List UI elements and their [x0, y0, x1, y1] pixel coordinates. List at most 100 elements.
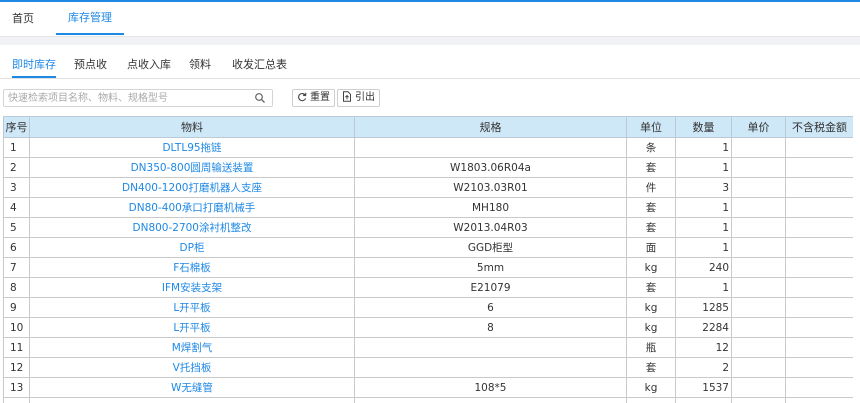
- cell-material[interactable]: L开平板: [29, 317, 355, 338]
- search-icon[interactable]: [254, 92, 266, 104]
- tab-home[interactable]: 首页: [12, 2, 36, 35]
- cell-material[interactable]: W无缝管: [29, 377, 355, 398]
- table-row[interactable]: 3 DN400-1200打磨机器人支座 W2103.03R01 件 3: [3, 177, 853, 198]
- cell-index: 8: [3, 277, 30, 298]
- cell-index: 1: [3, 137, 30, 158]
- separator-bar: [0, 37, 860, 45]
- cell-spec: W2103.03R01: [354, 177, 627, 198]
- export-button[interactable]: 引出: [337, 89, 380, 107]
- cell-quantity: 2: [675, 357, 732, 378]
- cell-quantity: 1: [675, 277, 732, 298]
- reset-button[interactable]: 重置: [292, 89, 335, 107]
- table-row[interactable]: 5 DN800-2700涂衬机整改 W2013.04R03 套 1: [3, 217, 853, 238]
- col-header-quantity[interactable]: 数量: [675, 116, 732, 138]
- cell-index: 5: [3, 217, 30, 238]
- cell-unit-price: [731, 157, 786, 178]
- table-row[interactable]: 13 W无缝管 108*5 kg 1537: [3, 377, 853, 398]
- cell-unit-price: [731, 297, 786, 318]
- cell-unit: kg: [626, 297, 676, 318]
- table-row[interactable]: 2 DN350-800圆周输送装置 W1803.06R04a 套 1: [3, 157, 853, 178]
- sub-tab-bar: 即时库存 预点收 点收入库 领料 收发汇总表: [0, 54, 860, 79]
- cell-material[interactable]: L开平板: [29, 297, 355, 318]
- cell-material[interactable]: F石棉板: [29, 257, 355, 278]
- cell-amount: [785, 337, 853, 358]
- cell-spec: GGD柜型: [354, 237, 627, 258]
- cell-material[interactable]: V托挡板: [29, 357, 355, 378]
- main-tab-bar: 首页 库存管理: [0, 2, 860, 37]
- cell-unit-price: [731, 257, 786, 278]
- subtab-receipt-warehousing[interactable]: 点收入库: [127, 54, 171, 76]
- cell-quantity: 1285: [675, 297, 732, 318]
- cell-unit: 瓶: [626, 337, 676, 358]
- cell-unit-price: [731, 277, 786, 298]
- cell-unit-price: [731, 217, 786, 238]
- cell-spec: 8: [354, 317, 627, 338]
- table-row[interactable]: 14: [3, 397, 853, 403]
- table-row[interactable]: 12 V托挡板 套 2: [3, 357, 853, 378]
- cell-material[interactable]: DN400-1200打磨机器人支座: [29, 177, 355, 198]
- cell-index: 9: [3, 297, 30, 318]
- cell-amount: [785, 197, 853, 218]
- cell-amount: [785, 377, 853, 398]
- cell-amount: [785, 357, 853, 378]
- cell-material[interactable]: DP柜: [29, 237, 355, 258]
- cell-material[interactable]: DN80-400承口打磨机械手: [29, 197, 355, 218]
- cell-quantity: 3: [675, 177, 732, 198]
- cell-material[interactable]: IFM安装支架: [29, 277, 355, 298]
- subtab-summary-report[interactable]: 收发汇总表: [232, 54, 287, 76]
- cell-material[interactable]: DLTL95拖链: [29, 137, 355, 158]
- col-header-material[interactable]: 物料: [29, 116, 355, 138]
- cell-material[interactable]: [29, 397, 355, 403]
- refresh-icon: [298, 92, 307, 102]
- col-header-amount-excl-tax[interactable]: 不含税金额: [785, 116, 853, 138]
- table-row[interactable]: 9 L开平板 6 kg 1285: [3, 297, 853, 318]
- col-header-index[interactable]: 序号: [3, 116, 30, 138]
- cell-index: 2: [3, 157, 30, 178]
- cell-unit: 面: [626, 237, 676, 258]
- inventory-table-container: 序号 物料 规格 单位 数量 单价 不含税金额 1 DLTL95拖链条 1 2 DN35…: [3, 116, 853, 403]
- table-row[interactable]: 10 L开平板 8 kg 2284: [3, 317, 853, 338]
- cell-amount: [785, 217, 853, 238]
- reset-label: 重置: [310, 92, 330, 103]
- cell-unit: [626, 397, 676, 403]
- cell-quantity: 1: [675, 217, 732, 238]
- search-input[interactable]: [8, 90, 248, 106]
- cell-index: 11: [3, 337, 30, 358]
- table-row[interactable]: 8 IFM安装支架 E21079 套 1: [3, 277, 853, 298]
- cell-unit: 套: [626, 277, 676, 298]
- table-row[interactable]: 1 DLTL95拖链条 1: [3, 137, 853, 158]
- cell-amount: [785, 277, 853, 298]
- table-row[interactable]: 6 DP柜 GGD柜型面 1: [3, 237, 853, 258]
- cell-spec: E21079: [354, 277, 627, 298]
- cell-material[interactable]: M焊割气: [29, 337, 355, 358]
- table-row[interactable]: 11 M焊割气 瓶 12: [3, 337, 853, 358]
- cell-spec: [354, 397, 627, 403]
- cell-unit: 件: [626, 177, 676, 198]
- cell-quantity: 1: [675, 237, 732, 258]
- col-header-unit[interactable]: 单位: [626, 116, 676, 138]
- table-header-row: 序号 物料 规格 单位 数量 单价 不含税金额: [3, 116, 853, 138]
- col-header-unit-price[interactable]: 单价: [731, 116, 786, 138]
- cell-quantity: 2284: [675, 317, 732, 338]
- cell-spec: MH180: [354, 197, 627, 218]
- cell-amount: [785, 317, 853, 338]
- cell-index: 10: [3, 317, 30, 338]
- cell-quantity: 1: [675, 137, 732, 158]
- table-row[interactable]: 4 DN80-400承口打磨机械手 MH180 套 1: [3, 197, 853, 218]
- cell-quantity: 240: [675, 257, 732, 278]
- cell-material[interactable]: DN350-800圆周输送装置: [29, 157, 355, 178]
- subtab-pre-receipt[interactable]: 预点收: [74, 54, 107, 76]
- subtab-material-requisition[interactable]: 领料: [189, 54, 211, 76]
- col-header-spec[interactable]: 规格: [354, 116, 627, 138]
- table-row[interactable]: 7 F石棉板 5mm kg 240: [3, 257, 853, 278]
- cell-unit-price: [731, 397, 786, 403]
- cell-spec: 6: [354, 297, 627, 318]
- subtab-realtime-stock[interactable]: 即时库存: [12, 54, 56, 78]
- export-label: 引出: [355, 92, 375, 103]
- cell-index: 12: [3, 357, 30, 378]
- cell-unit: 套: [626, 217, 676, 238]
- cell-spec: [354, 357, 627, 378]
- cell-quantity: [675, 397, 732, 403]
- tab-inventory-management[interactable]: 库存管理: [56, 2, 124, 35]
- cell-material[interactable]: DN800-2700涂衬机整改: [29, 217, 355, 238]
